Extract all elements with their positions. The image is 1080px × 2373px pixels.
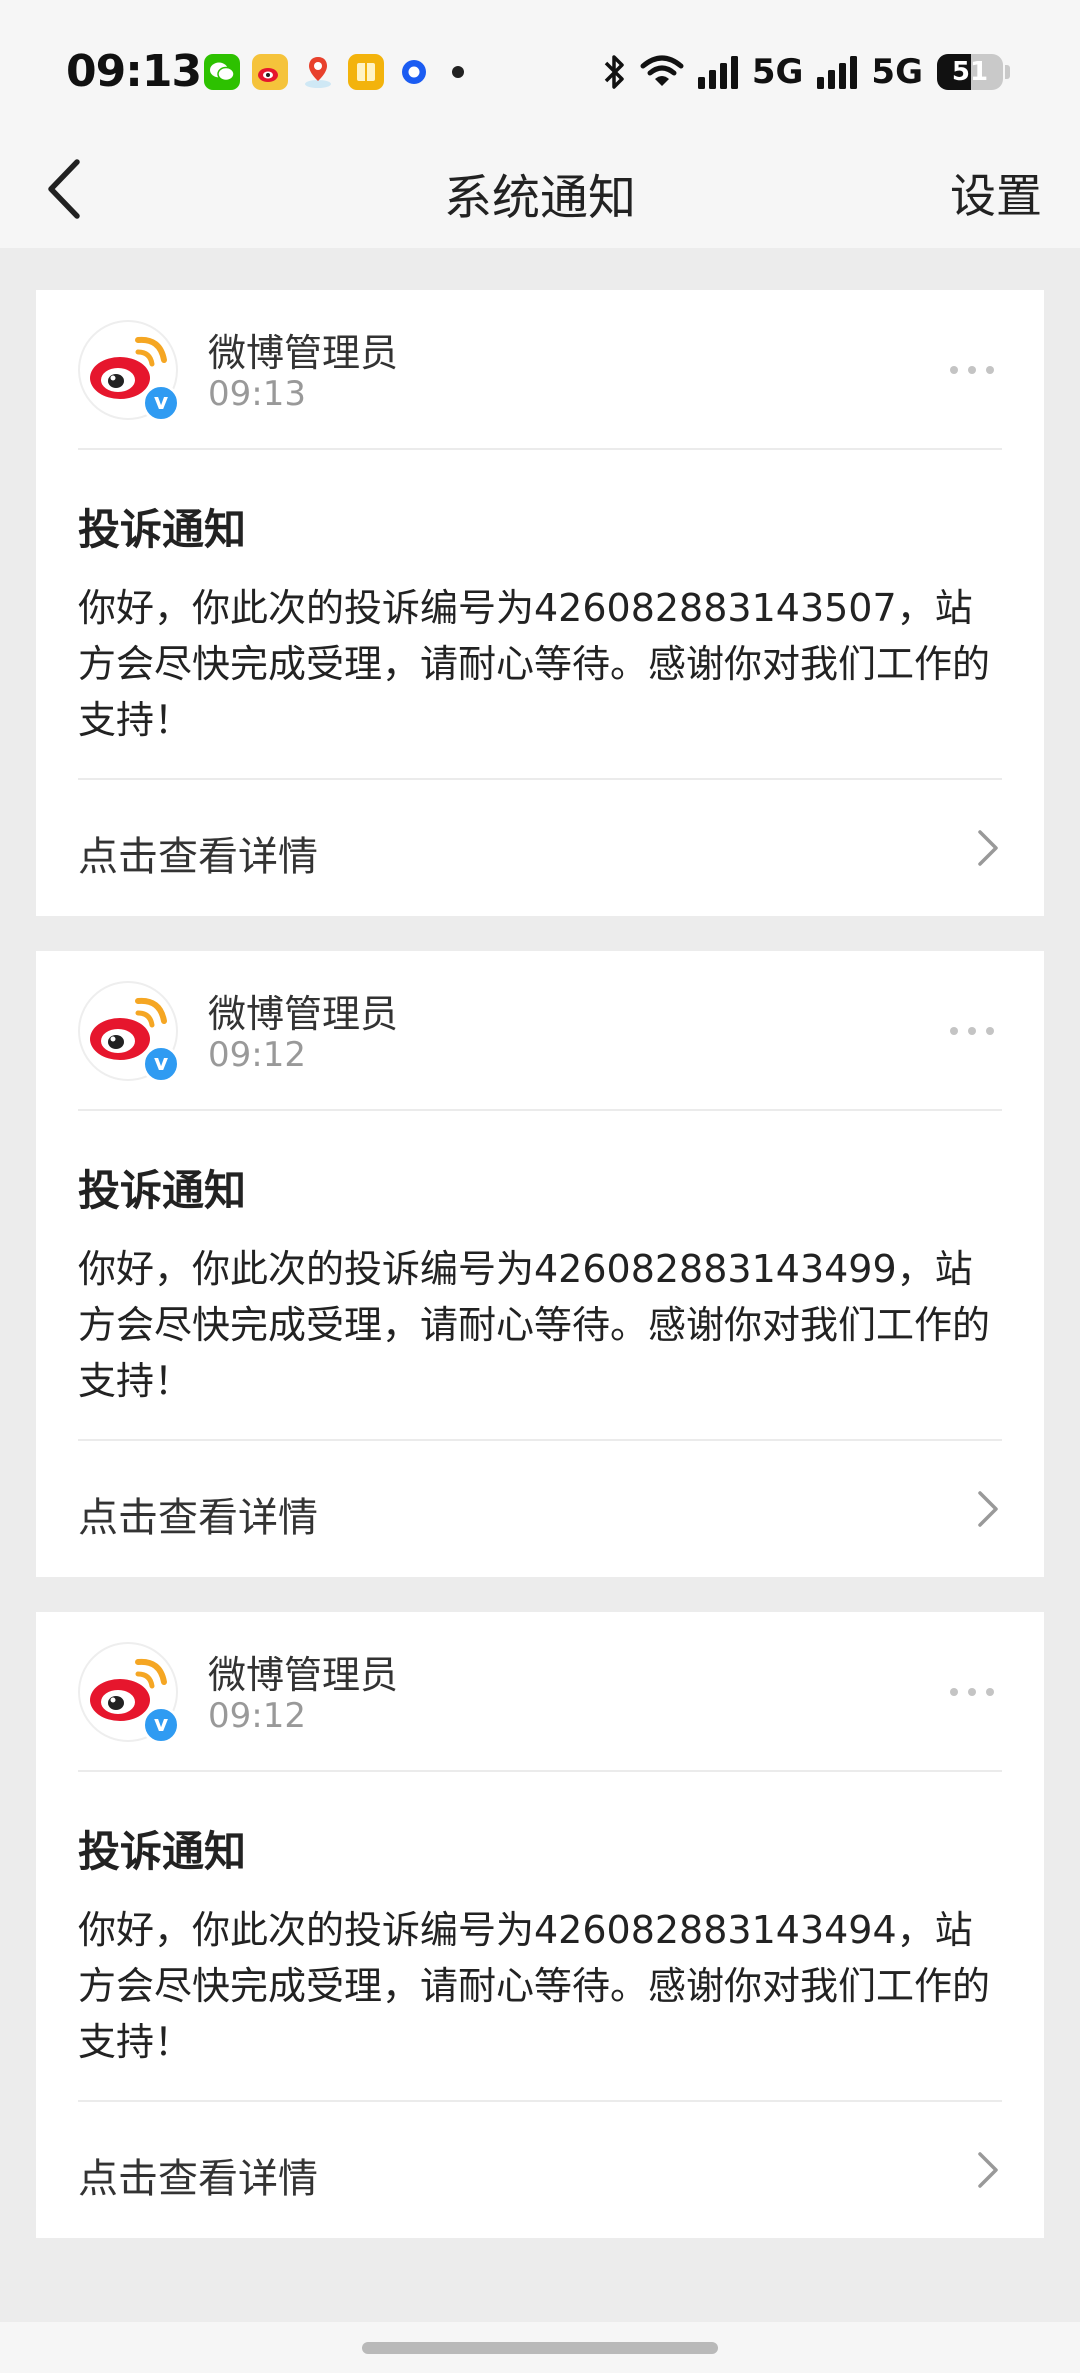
chevron-right-icon xyxy=(978,1491,998,1527)
more-dot xyxy=(986,1688,994,1696)
status-time: 09:13 xyxy=(66,46,202,97)
more-dot xyxy=(950,1688,958,1696)
notice-title: 投诉通知 xyxy=(78,1166,247,1215)
card-header: v 微博管理员 09:12 xyxy=(78,1642,1002,1744)
verified-badge: v xyxy=(142,1706,180,1744)
wechat-icon xyxy=(204,54,240,90)
more-options-button[interactable] xyxy=(942,350,1002,390)
divider xyxy=(78,1770,1002,1772)
wifi-icon xyxy=(640,55,684,86)
battery-icon: 51 xyxy=(937,54,1003,90)
notice-title: 投诉通知 xyxy=(78,1827,247,1876)
battery-tip xyxy=(1005,65,1010,79)
notice-body: 你好，你此次的投诉编号为426082883143494，站方会尽快完成受理，请耐… xyxy=(78,1908,991,2064)
notice-body: 你好，你此次的投诉编号为426082883143507，站方会尽快完成受理，请耐… xyxy=(78,586,991,742)
status-bar: 09:13 5G 5G 51 xyxy=(0,0,1080,130)
bluetooth-icon xyxy=(604,55,624,89)
settings-button[interactable]: 设置 xyxy=(950,160,1042,226)
map-pin-icon xyxy=(300,54,336,90)
divider xyxy=(78,448,1002,450)
page-title: 系统通知 xyxy=(443,170,636,226)
card-header: v 微博管理员 09:13 xyxy=(78,320,1002,422)
chevron-right-icon xyxy=(978,2152,998,2188)
sender-name[interactable]: 微博管理员 xyxy=(208,322,398,377)
chevron-right-icon xyxy=(978,830,998,866)
sender-name[interactable]: 微博管理员 xyxy=(208,983,398,1038)
notification-card: v 微博管理员 09:12 投诉通知 你好，你此次的投诉编号为426082883… xyxy=(36,1612,1044,2238)
verified-badge: v xyxy=(142,1045,180,1083)
battery-percentage: 51 xyxy=(951,57,989,87)
home-indicator[interactable] xyxy=(362,2342,718,2354)
more-dot xyxy=(950,366,958,374)
more-dot xyxy=(986,1027,994,1035)
weibo-icon xyxy=(252,54,288,90)
message-time: 09:12 xyxy=(208,1696,306,1736)
notice-title: 投诉通知 xyxy=(78,505,247,554)
notification-card: v 微博管理员 09:13 投诉通知 你好，你此次的投诉编号为426082883… xyxy=(36,290,1044,916)
more-dot xyxy=(968,366,976,374)
view-details-link[interactable]: 点击查看详情 xyxy=(36,1441,1044,1577)
book-icon xyxy=(348,54,384,90)
system-icons: 5G 5G 51 xyxy=(588,50,1010,94)
signal-icon xyxy=(697,56,738,89)
more-dot xyxy=(968,1027,976,1035)
more-options-button[interactable] xyxy=(942,1672,1002,1712)
verified-badge: v xyxy=(142,384,180,422)
divider xyxy=(78,1109,1002,1111)
view-details-label: 点击查看详情 xyxy=(78,2156,318,2202)
message-time: 09:13 xyxy=(208,374,306,414)
avatar[interactable]: v xyxy=(78,1642,180,1744)
network-type-label: 5G xyxy=(751,52,804,92)
avatar[interactable]: v xyxy=(78,981,180,1083)
more-notifications-dot xyxy=(452,66,464,78)
view-details-link[interactable]: 点击查看详情 xyxy=(36,2102,1044,2238)
more-dot xyxy=(986,366,994,374)
signal-icon xyxy=(817,56,858,89)
more-options-button[interactable] xyxy=(942,1011,1002,1051)
blue-app-icon xyxy=(396,54,432,90)
view-details-link[interactable]: 点击查看详情 xyxy=(36,780,1044,916)
navigation-bar: 系统通知 设置 xyxy=(0,130,1080,248)
view-details-label: 点击查看详情 xyxy=(78,834,318,880)
network-type-label: 5G xyxy=(871,52,923,92)
sender-name[interactable]: 微博管理员 xyxy=(208,1644,398,1699)
notification-card: v 微博管理员 09:12 投诉通知 你好，你此次的投诉编号为426082883… xyxy=(36,951,1044,1577)
card-header: v 微博管理员 09:12 xyxy=(78,981,1002,1083)
message-time: 09:12 xyxy=(208,1035,306,1075)
more-dot xyxy=(950,1027,958,1035)
view-details-label: 点击查看详情 xyxy=(78,1495,318,1541)
notice-body: 你好，你此次的投诉编号为426082883143499，站方会尽快完成受理，请耐… xyxy=(78,1247,991,1403)
avatar[interactable]: v xyxy=(78,320,180,422)
notification-icons xyxy=(204,52,464,92)
more-dot xyxy=(968,1688,976,1696)
